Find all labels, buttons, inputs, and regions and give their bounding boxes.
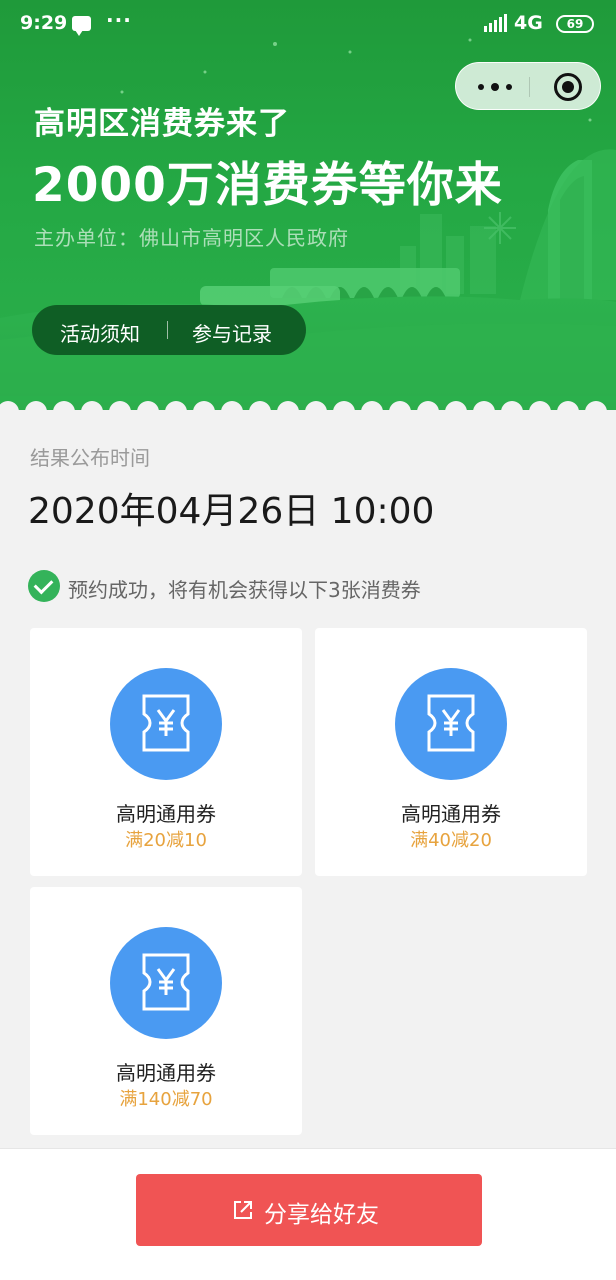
coupon-icon-circle (110, 668, 222, 780)
battery-indicator: 69 (556, 15, 594, 33)
check-circle-icon (28, 570, 60, 602)
share-external-icon (234, 1201, 252, 1219)
capsule-divider (529, 77, 530, 97)
status-more-indicator: ··· (106, 8, 132, 32)
bottom-action-bar: 分享给好友 (0, 1148, 616, 1280)
signal-icon (484, 14, 508, 32)
share-to-friends-button[interactable]: 分享给好友 (136, 1174, 482, 1246)
coupon-condition: 满40减20 (410, 830, 492, 851)
status-bar: 9:29 ··· 4G 69 (0, 0, 616, 50)
circle-close-icon[interactable] (554, 73, 582, 101)
status-time: 9:29 (20, 12, 68, 34)
participation-records-link[interactable]: 参与记录 (192, 318, 272, 347)
links-divider (167, 321, 168, 339)
scallop-edge (0, 396, 616, 416)
yuan-ticket-icon (427, 694, 475, 752)
banner-links-pill: 活动须知 参与记录 (32, 305, 306, 355)
result-time-value: 2020年04月26日 10:00 (28, 491, 435, 532)
message-icon (72, 16, 91, 36)
coupon-icon-circle (395, 668, 507, 780)
coupon-name: 高明通用券 (401, 802, 501, 826)
yuan-ticket-icon (142, 953, 190, 1011)
coupon-icon-circle (110, 927, 222, 1039)
share-button-label: 分享给好友 (264, 1202, 379, 1228)
result-time-label: 结果公布时间 (30, 446, 150, 470)
activity-rules-link[interactable]: 活动须知 (60, 318, 140, 347)
coupon-card[interactable]: 高明通用券 满20减10 (30, 628, 302, 876)
banner-title: 2000万消费券等你来 (32, 158, 503, 213)
coupon-name: 高明通用券 (116, 1061, 216, 1085)
coupon-condition: 满20减10 (125, 830, 207, 851)
notice-text: 预约成功，将有机会获得以下3张消费券 (68, 578, 421, 602)
mini-program-capsule (455, 62, 601, 110)
yuan-ticket-icon (142, 694, 190, 752)
coupon-condition: 满140减70 (119, 1089, 213, 1110)
organizer-text: 主办单位：佛山市高明区人民政府 (34, 226, 349, 250)
banner-subtitle: 高明区消费券来了 (34, 106, 290, 142)
coupon-card[interactable]: 高明通用券 满40减20 (315, 628, 587, 876)
network-type: 4G (514, 12, 543, 34)
coupon-card[interactable]: 高明通用券 满140减70 (30, 887, 302, 1135)
coupon-name: 高明通用券 (116, 802, 216, 826)
more-dots-icon[interactable] (470, 75, 522, 99)
